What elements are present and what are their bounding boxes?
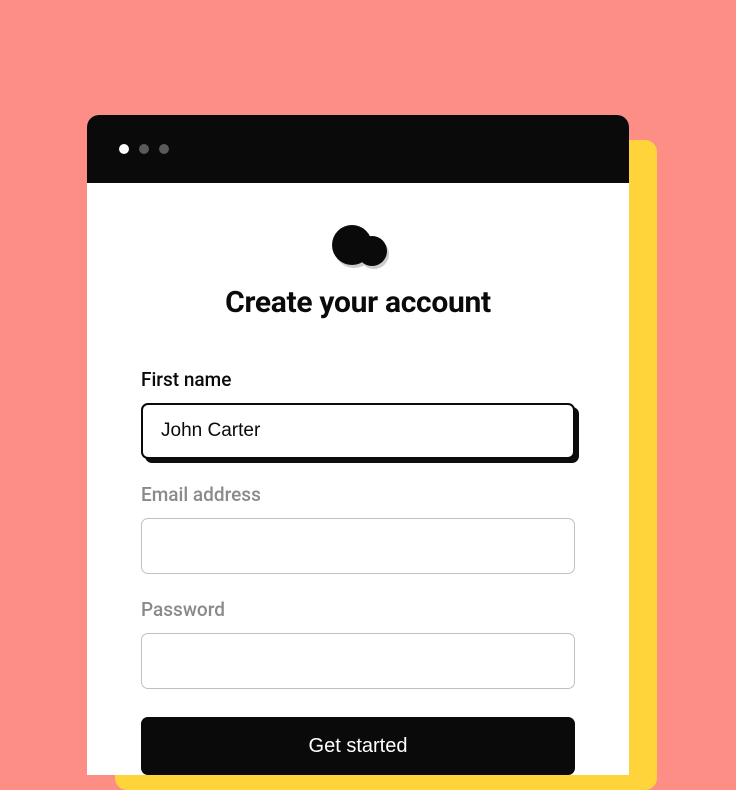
- email-input[interactable]: [141, 518, 575, 574]
- window-control-dot[interactable]: [119, 144, 129, 154]
- window-control-dot[interactable]: [139, 144, 149, 154]
- cloud-icon: [328, 225, 388, 267]
- password-label: Password: [141, 598, 575, 621]
- first-name-label: First name: [141, 368, 575, 391]
- signup-form: First name Email address Password Get st…: [141, 368, 575, 775]
- email-group: Email address: [141, 483, 575, 574]
- first-name-input[interactable]: [141, 403, 575, 459]
- window-control-dot[interactable]: [159, 144, 169, 154]
- window-title-bar: [87, 115, 629, 183]
- browser-window: Create your account First name Email add…: [87, 115, 629, 775]
- first-name-group: First name: [141, 368, 575, 459]
- password-input[interactable]: [141, 633, 575, 689]
- form-content: Create your account First name Email add…: [87, 183, 629, 775]
- get-started-button[interactable]: Get started: [141, 717, 575, 775]
- password-group: Password: [141, 598, 575, 689]
- page-title: Create your account: [225, 285, 491, 320]
- email-label: Email address: [141, 483, 575, 506]
